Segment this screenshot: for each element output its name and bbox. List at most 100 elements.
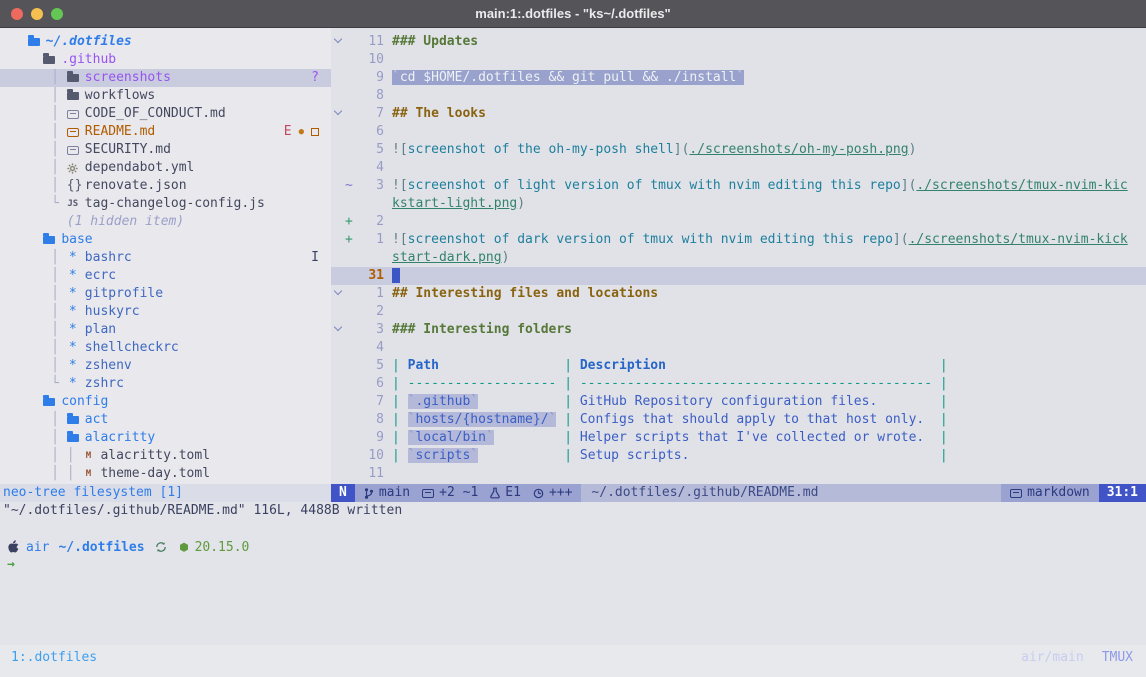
fold-chevron-icon[interactable] <box>334 107 342 115</box>
editor-line[interactable]: 9| `local/bin` | Helper scripts that I'v… <box>331 429 1146 447</box>
tree-item[interactable]: │ act <box>0 411 331 429</box>
tree-guide: │ <box>12 249 67 267</box>
editor-line[interactable]: 8| `hosts/{hostname}/` | Configs that sh… <box>331 411 1146 429</box>
tree-item[interactable]: │ SECURITY.md <box>0 141 331 159</box>
prompt-host: air <box>26 540 49 555</box>
tree-guide: │ <box>12 411 67 429</box>
editor-line[interactable]: +2 <box>331 213 1146 231</box>
editor-line[interactable]: +1![screenshot of dark version of tmux w… <box>331 231 1146 249</box>
fold-column <box>331 267 345 285</box>
window-title: main:1:.dotfiles - "ks~/.dotfiles" <box>0 6 1146 21</box>
editor-line[interactable]: 10 <box>331 51 1146 69</box>
editor-line[interactable]: start-dark.png) <box>331 249 1146 267</box>
sign-column <box>345 141 358 159</box>
editor-line[interactable]: 5![screenshot of the oh-my-posh shell](.… <box>331 141 1146 159</box>
tree-item[interactable]: │ {}renovate.json <box>0 177 331 195</box>
editor-line[interactable]: 6 <box>331 123 1146 141</box>
shell-prompt: air ~/.dotfiles 20.15.0 <box>7 538 249 556</box>
editor-line[interactable]: 2 <box>331 303 1146 321</box>
tree-item-label: workflows <box>85 87 155 105</box>
fold-chevron-icon[interactable] <box>334 323 342 331</box>
js-icon: JS <box>67 195 79 213</box>
line-number: 9 <box>358 429 384 447</box>
titlebar: main:1:.dotfiles - "ks~/.dotfiles" <box>0 0 1146 28</box>
tree-item[interactable]: │ README.mdE● <box>0 123 331 141</box>
fold-column <box>331 69 345 87</box>
tree-item[interactable]: └ *zshrc <box>0 375 331 393</box>
editor-line[interactable]: 10| `scripts` | Setup scripts. | <box>331 447 1146 465</box>
editor-buffer[interactable]: 11### Updates109`cd $HOME/.dotfiles && g… <box>331 28 1146 484</box>
tree-item[interactable]: │ *ecrc <box>0 267 331 285</box>
tree-item[interactable]: │ dependabot.yml <box>0 159 331 177</box>
fold-chevron-icon[interactable] <box>334 35 342 43</box>
sign-column <box>345 87 358 105</box>
statusline-extra: +++ <box>549 484 572 502</box>
tree-item[interactable]: │ │ Mtheme-day.toml <box>0 465 331 483</box>
fold-column <box>331 249 345 267</box>
gear-icon <box>67 163 79 174</box>
sign-column <box>345 447 358 465</box>
tree-guide: │ <box>12 105 67 123</box>
editor-line[interactable]: kstart-light.png) <box>331 195 1146 213</box>
fold-column <box>331 339 345 357</box>
editor-line[interactable]: 11 <box>331 465 1146 483</box>
tree-item[interactable]: │ CODE_OF_CONDUCT.md <box>0 105 331 123</box>
tree-item[interactable]: │ *gitprofile <box>0 285 331 303</box>
tree-item-label: shellcheckrc <box>85 339 179 357</box>
tree-item[interactable]: │ *plan <box>0 321 331 339</box>
editor-line[interactable]: 4 <box>331 159 1146 177</box>
neotree-winbar: neo-tree filesystem [1] <box>0 484 331 502</box>
dotfile-icon: * <box>67 357 79 375</box>
tree-guide: │ <box>12 141 67 159</box>
filetype-label: markdown <box>1027 484 1090 502</box>
fold-column <box>331 303 345 321</box>
toml-icon: M <box>82 447 94 465</box>
fold-chevron-icon[interactable] <box>334 287 342 295</box>
editor-line[interactable]: 8 <box>331 87 1146 105</box>
tree-item-label: ~/.dotfiles <box>46 33 132 51</box>
tree-item[interactable]: config <box>0 393 331 411</box>
tree-item[interactable]: │ *huskyrc <box>0 303 331 321</box>
editor-line[interactable]: 1## Interesting files and locations <box>331 285 1146 303</box>
editor-line[interactable]: 11### Updates <box>331 33 1146 51</box>
tree-item[interactable]: │ *bashrcI <box>0 249 331 267</box>
tree-item[interactable]: │ workflows <box>0 87 331 105</box>
shell-pane[interactable]: air ~/.dotfiles 20.15.0 → <box>7 538 249 574</box>
tree-item[interactable]: └ JStag-changelog-config.js <box>0 195 331 213</box>
editor-line[interactable]: 9`cd $HOME/.dotfiles && git pull && ./in… <box>331 69 1146 87</box>
editor-line[interactable]: 7## The looks <box>331 105 1146 123</box>
editor-line[interactable]: 6| ------------------- | ---------------… <box>331 375 1146 393</box>
tree-item[interactable]: │ alacritty <box>0 429 331 447</box>
tree-item-label: huskyrc <box>85 303 140 321</box>
editor-line[interactable]: 3### Interesting folders <box>331 321 1146 339</box>
tree-item[interactable]: .github <box>0 51 331 69</box>
editor-line[interactable]: ~3![screenshot of light version of tmux … <box>331 177 1146 195</box>
editor-line[interactable]: 31 <box>331 267 1146 285</box>
line-number: 4 <box>358 339 384 357</box>
cursor-block <box>392 268 400 283</box>
tree-guide <box>12 231 43 249</box>
git-branch: main <box>379 484 410 502</box>
editor-line[interactable]: 4 <box>331 339 1146 357</box>
line-number: 11 <box>358 33 384 51</box>
tree-item-label: .github <box>61 51 116 69</box>
tmux-window[interactable]: 1:.dotfiles <box>11 650 97 665</box>
tree-item[interactable]: base <box>0 231 331 249</box>
editor-line[interactable]: 7| `.github` | GitHub Repository configu… <box>331 393 1146 411</box>
fold-column <box>331 87 345 105</box>
sign-column <box>345 357 358 375</box>
tree-guide: │ <box>12 357 67 375</box>
editor-line[interactable]: 5| Path | Description | <box>331 357 1146 375</box>
tree-item[interactable]: │ screenshots? <box>0 69 331 87</box>
tree-item[interactable]: ~/.dotfiles <box>0 33 331 51</box>
sign-column <box>345 159 358 177</box>
tree-item-label: tag-changelog-config.js <box>85 195 265 213</box>
tree-item-label: zshrc <box>85 375 124 393</box>
tree-item[interactable]: (1 hidden item) <box>0 213 331 231</box>
tree-item[interactable]: │ *zshenv <box>0 357 331 375</box>
sign-column: ~ <box>345 177 358 195</box>
tree-item[interactable]: │ │ Malacritty.toml <box>0 447 331 465</box>
tree-item[interactable]: │ *shellcheckrc <box>0 339 331 357</box>
line-number: 2 <box>358 213 384 231</box>
dotfile-icon: * <box>67 339 79 357</box>
